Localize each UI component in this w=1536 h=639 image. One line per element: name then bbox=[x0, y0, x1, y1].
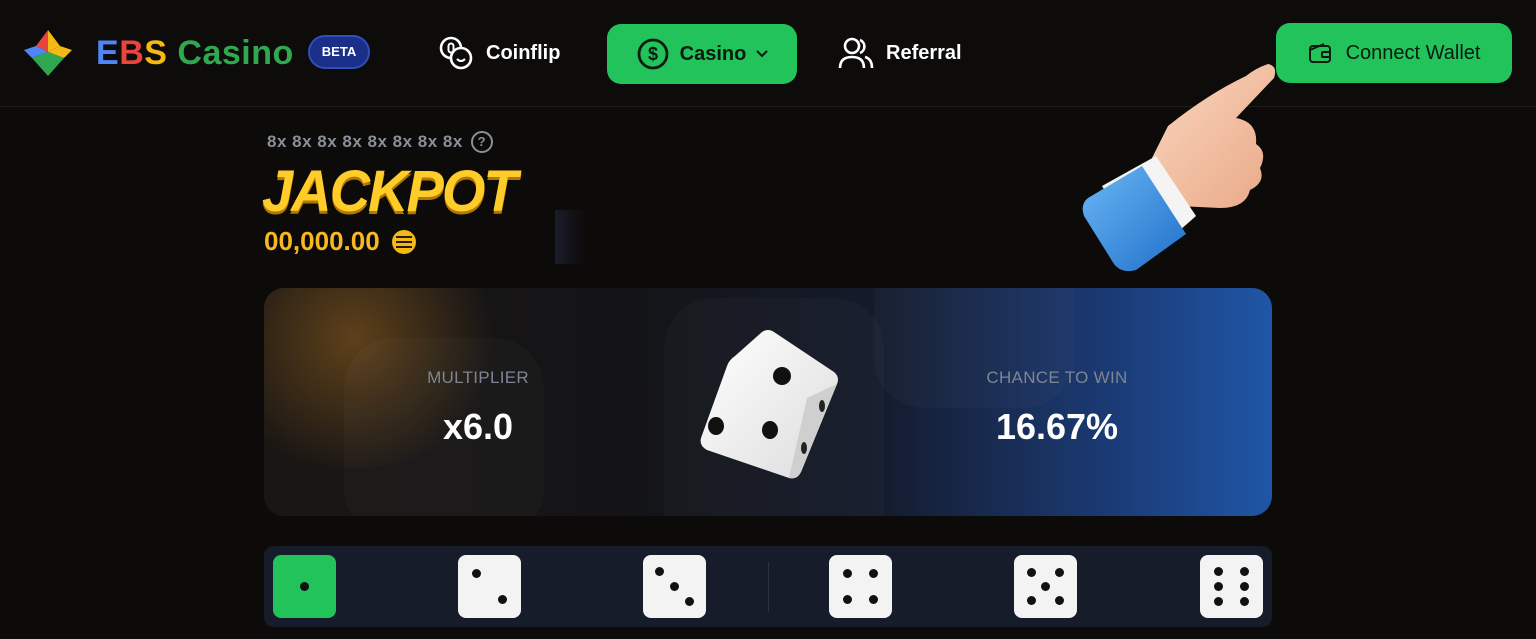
chance-label: CHANCE TO WIN bbox=[986, 368, 1128, 387]
dice-selector bbox=[264, 546, 1272, 627]
pip bbox=[1214, 582, 1223, 591]
decorative-shadow bbox=[555, 210, 585, 264]
nav-coinflip[interactable]: Coinflip bbox=[438, 24, 560, 82]
beta-badge: BETA bbox=[308, 35, 370, 69]
top-navbar: EBS Casino BETA Coinflip $ Casino Referr… bbox=[0, 0, 1536, 107]
pip bbox=[843, 595, 852, 604]
pip bbox=[869, 569, 878, 578]
jackpot-title: JACKPOT bbox=[262, 157, 518, 224]
pointing-hand-icon bbox=[1082, 64, 1276, 272]
pip bbox=[498, 595, 507, 604]
pip bbox=[1240, 597, 1249, 606]
brand-name[interactable]: EBS Casino bbox=[96, 31, 294, 75]
pip bbox=[1240, 567, 1249, 576]
panel-decor bbox=[874, 288, 1074, 408]
multiplier-value: x6.0 bbox=[442, 406, 514, 447]
wallet-icon bbox=[1308, 43, 1331, 63]
users-icon bbox=[838, 37, 874, 69]
dice-face-6[interactable] bbox=[1200, 555, 1263, 618]
multipliers-text: 8x 8x 8x 8x 8x 8x 8x 8x bbox=[267, 132, 463, 151]
connect-wallet-label: Connect Wallet bbox=[1345, 41, 1481, 64]
pip bbox=[300, 582, 309, 591]
multiplier-label: MULTIPLIER bbox=[427, 368, 529, 387]
pip bbox=[869, 595, 878, 604]
help-icon[interactable]: ? bbox=[470, 131, 493, 153]
chance-value: 16.67% bbox=[995, 406, 1119, 447]
pip bbox=[1055, 568, 1064, 577]
dollar-circle-icon: $ bbox=[637, 38, 669, 70]
dice-face-2[interactable] bbox=[458, 555, 521, 618]
jackpot-amount-value: 00,000.00 bbox=[264, 226, 380, 256]
svg-text:$: $ bbox=[648, 44, 658, 64]
pip bbox=[1214, 597, 1223, 606]
pip bbox=[685, 597, 694, 606]
pip bbox=[655, 567, 664, 576]
ebs-logo-icon[interactable] bbox=[22, 28, 74, 78]
coins-icon bbox=[439, 36, 473, 70]
pip bbox=[843, 569, 852, 578]
pip bbox=[1027, 596, 1036, 605]
nav-referral-label: Referral bbox=[886, 41, 962, 64]
nav-referral[interactable]: Referral bbox=[838, 24, 962, 82]
dice-icon bbox=[700, 330, 838, 479]
nav-casino-dropdown[interactable]: $ Casino bbox=[607, 24, 797, 84]
selector-divider bbox=[768, 562, 769, 612]
connect-wallet-button[interactable]: Connect Wallet bbox=[1276, 23, 1512, 83]
nav-coinflip-label: Coinflip bbox=[486, 41, 561, 64]
jackpot-amount: 00,000.00 bbox=[264, 226, 416, 257]
pip bbox=[472, 569, 481, 578]
pip bbox=[1240, 582, 1249, 591]
chevron-down-icon bbox=[756, 50, 769, 58]
coin-icon bbox=[391, 229, 416, 254]
jackpot-multipliers: 8x 8x 8x 8x 8x 8x 8x 8x ? bbox=[267, 131, 493, 153]
pip bbox=[1041, 582, 1050, 591]
pip bbox=[1214, 567, 1223, 576]
dice-face-5[interactable] bbox=[1014, 555, 1077, 618]
nav-casino-label: Casino bbox=[679, 42, 747, 65]
pip bbox=[1027, 568, 1036, 577]
dice-face-4[interactable] bbox=[829, 555, 892, 618]
pip bbox=[670, 582, 679, 591]
pip bbox=[1055, 596, 1064, 605]
dice-face-3[interactable] bbox=[643, 555, 706, 618]
dice-face-1[interactable] bbox=[273, 555, 336, 618]
